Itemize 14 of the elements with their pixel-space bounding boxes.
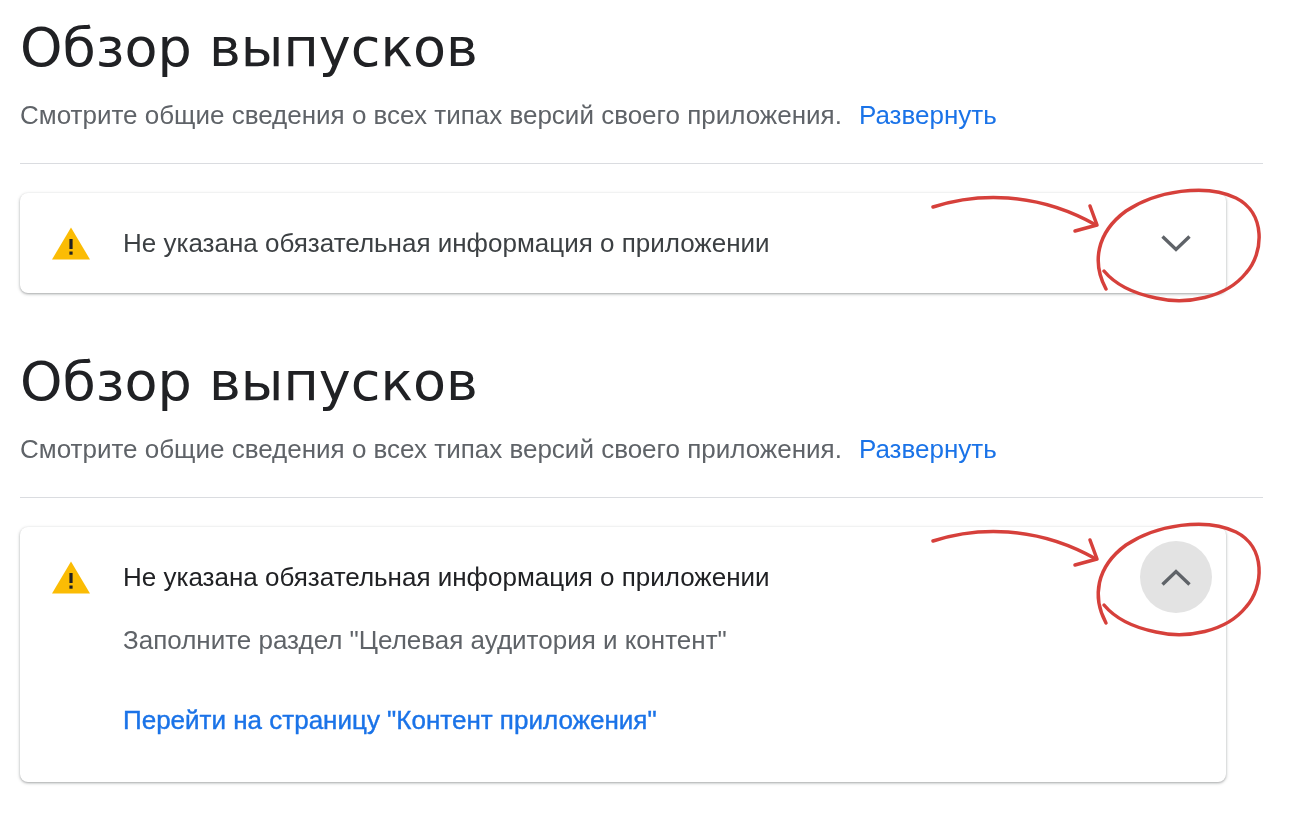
warning-icon (52, 560, 90, 594)
content-page-link[interactable]: Перейти на страницу "Контент приложения" (123, 705, 657, 735)
expand-link[interactable]: Развернуть (858, 100, 997, 130)
chevron-down-icon (1161, 234, 1191, 252)
section-title: Обзор выпусков (20, 15, 478, 80)
alert-title: Не указана обязательная информация о приложении (123, 562, 771, 592)
section-title: Обзор выпусков (20, 349, 478, 414)
expand-link[interactable]: Развернуть (858, 434, 997, 464)
warning-icon (52, 226, 90, 260)
alert-title: Не указана обязательная информация о приложении (123, 228, 771, 258)
chevron-up-icon (1161, 568, 1191, 586)
section-description: Смотрите общие сведения о всех типах версий своего приложения. (20, 434, 842, 464)
section-description: Смотрите общие сведения о всех типах версий своего приложения. (20, 100, 842, 130)
alert-message: Заполните раздел "Целевая аудитория и контент" (123, 627, 727, 653)
